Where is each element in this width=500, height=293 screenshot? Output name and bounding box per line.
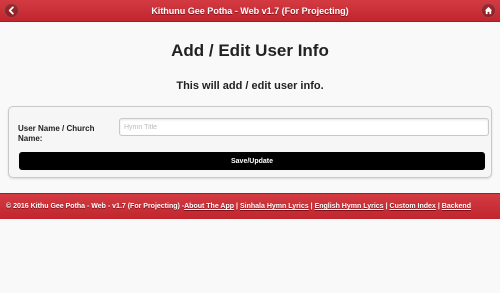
header-bar: Kithunu Gee Potha - Web v1.7 (For Projec… bbox=[0, 0, 500, 22]
user-info-form: User Name / Church Name: Save/Update bbox=[8, 106, 492, 178]
page-title: Add / Edit User Info bbox=[171, 41, 329, 60]
app-title: Kithunu Gee Potha - Web v1.7 (For Projec… bbox=[151, 5, 349, 16]
home-button[interactable] bbox=[481, 3, 496, 18]
footer-bar: © 2016 Kithu Gee Potha - Web - v1.7 (For… bbox=[0, 193, 500, 219]
footer-link-backend[interactable]: Backend bbox=[442, 203, 471, 210]
footer-link-custom-index[interactable]: Custom Index bbox=[390, 203, 436, 210]
footer-link-sinhala-lyrics[interactable]: Sinhala Hymn Lyrics bbox=[240, 203, 309, 210]
footer-copyright: © 2016 Kithu Gee Potha - Web - v1.7 (For… bbox=[6, 203, 185, 210]
back-button[interactable] bbox=[4, 3, 19, 18]
footer-link-english-lyrics[interactable]: English Hymn Lyrics bbox=[315, 203, 384, 210]
user-name-label: User Name / Church Name: bbox=[18, 124, 95, 143]
home-icon bbox=[484, 6, 493, 15]
footer-link-about[interactable]: About The App bbox=[184, 203, 234, 210]
save-update-button[interactable]: Save/Update bbox=[19, 152, 485, 170]
chevron-left-icon bbox=[8, 6, 14, 15]
page-subtitle: This will add / edit user info. bbox=[176, 80, 324, 92]
page: Kithunu Gee Potha - Web v1.7 (For Projec… bbox=[0, 0, 500, 293]
user-name-input[interactable] bbox=[119, 118, 489, 136]
